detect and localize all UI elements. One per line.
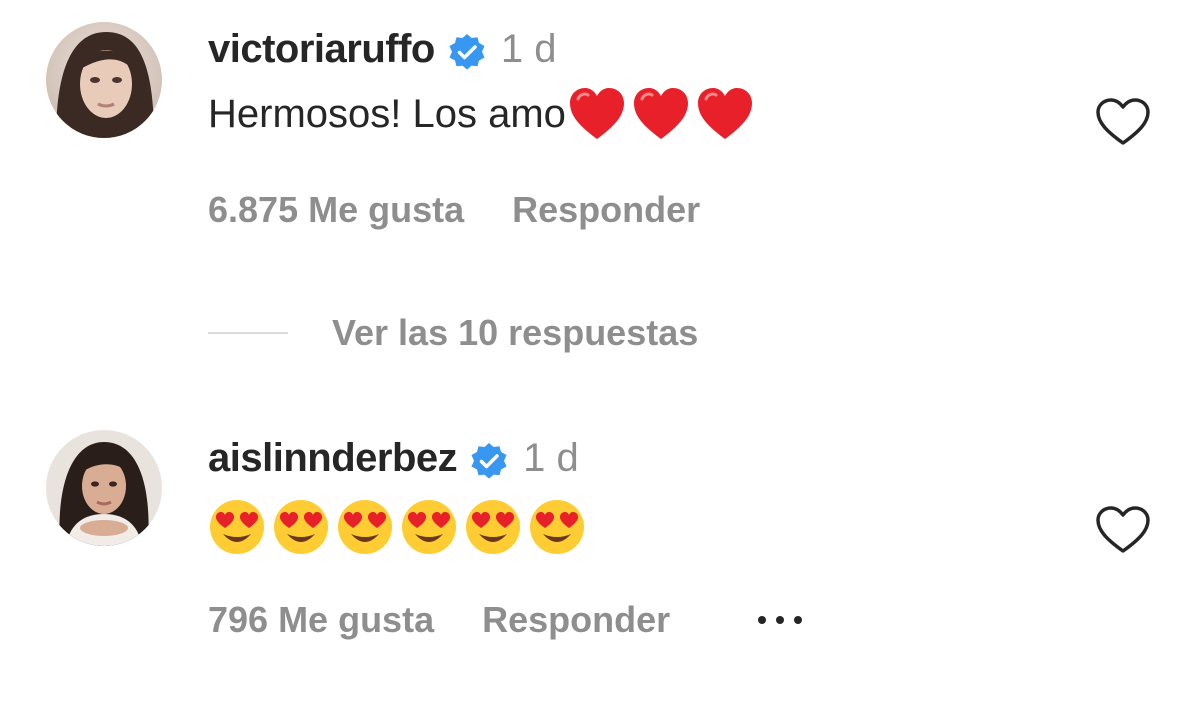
avatar-image <box>46 430 162 546</box>
comment-actions: 6.875 Me gusta Responder <box>208 188 788 232</box>
avatar[interactable] <box>46 22 162 138</box>
timestamp[interactable]: 1 d <box>501 27 557 72</box>
heart-eyes-emoji-icon <box>210 500 264 554</box>
likes-count[interactable]: 796 Me gusta <box>208 599 434 641</box>
comments-list: victoriaruffo 1 d Hermosos! Los amo 6.87… <box>0 0 1200 728</box>
verified-badge-icon <box>471 443 507 479</box>
like-heart-icon[interactable] <box>1094 96 1152 148</box>
heart-eyes-emoji-icon <box>530 500 584 554</box>
avatar-image <box>46 22 162 138</box>
comment-header: victoriaruffo 1 d <box>208 23 556 75</box>
red-heart-emoji-icon <box>633 88 688 139</box>
heart-eyes-emoji-icon <box>274 500 328 554</box>
avatar[interactable] <box>46 430 162 546</box>
heart-eyes-emoji-icon <box>338 500 392 554</box>
comment-body: Hermosos! Los amo <box>208 91 566 136</box>
likes-count[interactable]: 6.875 Me gusta <box>208 189 464 231</box>
comment-text <box>208 492 592 562</box>
reply-button[interactable]: Responder <box>482 599 670 641</box>
username[interactable]: victoriaruffo <box>208 27 435 72</box>
timestamp[interactable]: 1 d <box>523 436 579 481</box>
username[interactable]: aislinnderbez <box>208 436 458 481</box>
ellipsis-icon[interactable] <box>758 616 803 624</box>
dot <box>758 616 767 624</box>
red-heart-emoji-icon <box>569 88 624 139</box>
comment-text: Hermosos! Los amo <box>208 86 754 142</box>
divider-line <box>208 332 288 334</box>
reply-button[interactable]: Responder <box>512 189 700 231</box>
view-replies-button[interactable]: Ver las 10 respuestas <box>208 310 698 356</box>
comment-header: aislinnderbez 1 d <box>208 432 579 484</box>
comment-actions: 796 Me gusta Responder <box>208 598 803 642</box>
verified-badge-icon <box>449 34 485 70</box>
heart-eyes-emoji-icon <box>402 500 456 554</box>
dot <box>794 616 803 624</box>
dot <box>776 616 785 624</box>
red-heart-emoji-icon <box>697 88 752 139</box>
heart-eyes-emoji-icon <box>466 500 520 554</box>
like-heart-icon[interactable] <box>1094 504 1152 556</box>
view-replies-label: Ver las 10 respuestas <box>332 312 699 353</box>
